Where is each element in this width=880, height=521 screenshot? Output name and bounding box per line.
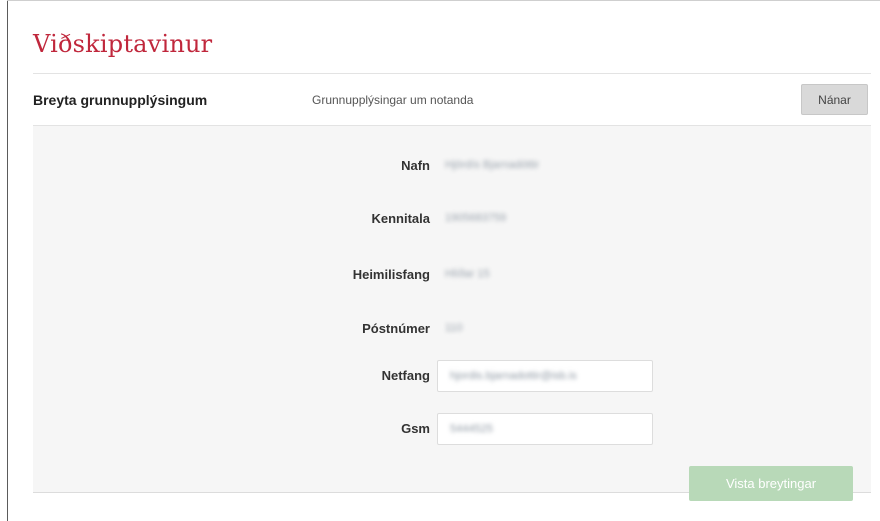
kennitala-value: 1905683759 [445, 212, 507, 224]
name-label: Nafn [401, 158, 430, 173]
kennitala-label: Kennitala [371, 211, 430, 226]
postcode-value: 110 [445, 322, 463, 334]
postcode-row: Póstnúmer 110 [33, 311, 871, 347]
email-label: Netfang [381, 368, 430, 383]
page-title: Viðskiptavinur [33, 30, 213, 58]
postcode-label: Póstnúmer [362, 321, 430, 336]
email-row: Netfang [33, 360, 871, 396]
save-changes-button[interactable]: Vista breytingar [689, 466, 853, 501]
basic-info-form: Nafn Hjördís Bjarnadóttir Kennitala 1905… [33, 125, 871, 501]
more-button[interactable]: Nánar [801, 84, 868, 115]
address-value: Hlíðar 15 [445, 268, 490, 280]
gsm-field-wrapper [437, 413, 653, 445]
kennitala-row: Kennitala 1905683759 [33, 201, 871, 237]
address-row: Heimilisfang Hlíðar 15 [33, 257, 871, 293]
section-description: Grunnupplýsingar um notanda [312, 93, 474, 107]
address-label: Heimilisfang [352, 267, 430, 282]
gsm-field[interactable] [438, 414, 652, 444]
window-left-border [7, 0, 8, 521]
gsm-label: Gsm [401, 421, 430, 436]
section-name: Breyta grunnupplýsingum [33, 92, 208, 108]
gsm-row: Gsm [33, 413, 871, 449]
name-value: Hjördís Bjarnadóttir [445, 159, 540, 171]
section-header: Breyta grunnupplýsingum Grunnupplýsingar… [33, 74, 871, 125]
email-field[interactable] [438, 361, 652, 391]
name-row: Nafn Hjördís Bjarnadóttir [33, 148, 871, 184]
window-top-border [7, 0, 880, 1]
email-field-wrapper [437, 360, 653, 392]
